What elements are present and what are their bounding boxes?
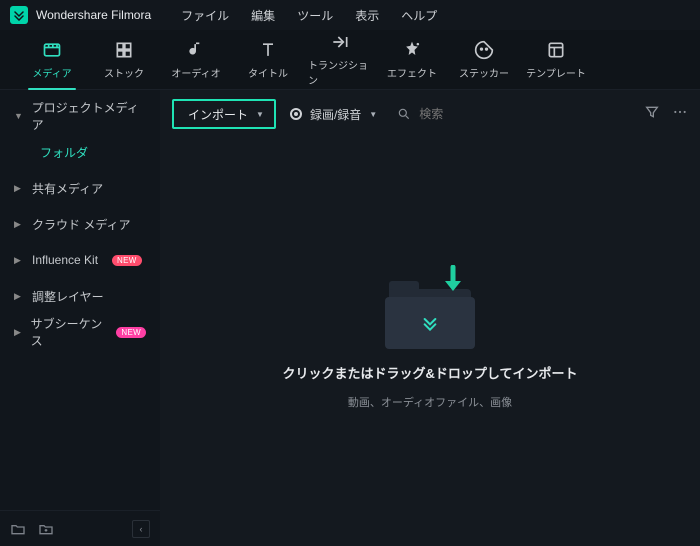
tab-label: ストック <box>104 65 144 80</box>
tab-stock[interactable]: ストック <box>92 36 156 84</box>
menubar: ファイル 編集 ツール 表示 ヘルプ <box>181 7 437 24</box>
sidebar-item-subsequence[interactable]: ▶ サブシーケンス NEW <box>0 314 160 350</box>
chevron-right-icon: ▶ <box>14 255 24 266</box>
dropzone-subtitle: 動画、オーディオファイル、画像 <box>348 394 512 410</box>
sidebar-item-label: フォルダ <box>40 144 88 161</box>
chevron-right-icon: ▶ <box>14 183 24 194</box>
sidebar-item-shared-media[interactable]: ▶ 共有メディア <box>0 170 160 206</box>
chevron-right-icon: ▶ <box>14 219 24 230</box>
app-name: Wondershare Filmora <box>36 8 151 22</box>
media-icon <box>42 40 62 60</box>
titlebar: Wondershare Filmora ファイル 編集 ツール 表示 ヘルプ <box>0 0 700 30</box>
chevron-right-icon: ▶ <box>14 327 23 338</box>
import-button[interactable]: インポート ▼ <box>172 99 276 129</box>
tab-effect[interactable]: エフェクト <box>380 36 444 84</box>
tab-title[interactable]: タイトル <box>236 36 300 84</box>
menu-tools[interactable]: ツール <box>297 7 333 24</box>
menu-file[interactable]: ファイル <box>181 7 229 24</box>
sidebar-item-label: プロジェクトメディア <box>32 99 146 133</box>
sidebar-footer: ‹ <box>0 510 160 546</box>
record-icon <box>290 108 302 120</box>
sidebar-item-label: 共有メディア <box>32 180 103 197</box>
sidebar-item-influence-kit[interactable]: ▶ Influence Kit NEW <box>0 242 160 278</box>
record-label: 録画/録音 <box>310 106 361 123</box>
chevron-down-icon: ▼ <box>369 110 377 119</box>
collapse-sidebar-button[interactable]: ‹ <box>132 520 150 538</box>
tab-transition[interactable]: トランジション <box>308 36 372 84</box>
sidebar-item-adjust-layer[interactable]: ▶ 調整レイヤー <box>0 278 160 314</box>
sidebar-item-project-media[interactable]: ▼ プロジェクトメディア <box>0 98 160 134</box>
download-arrow-icon <box>439 265 467 301</box>
sidebar-item-label: サブシーケンス <box>31 315 103 349</box>
tab-sticker[interactable]: ステッカー <box>452 36 516 84</box>
stock-icon <box>114 40 134 60</box>
import-folder-icon <box>385 275 475 351</box>
tab-label: テンプレート <box>526 65 586 80</box>
tab-label: ステッカー <box>459 65 509 80</box>
template-icon <box>546 40 566 60</box>
sidebar-list: ▼ プロジェクトメディア フォルダ ▶ 共有メディア ▶ クラウド メディア ▶… <box>0 90 160 510</box>
dropzone-title: クリックまたはドラッグ&ドロップしてインポート <box>283 363 578 382</box>
sidebar: ▼ プロジェクトメディア フォルダ ▶ 共有メディア ▶ クラウド メディア ▶… <box>0 90 160 546</box>
sidebar-item-folder[interactable]: フォルダ <box>0 134 160 170</box>
app-logo <box>10 6 28 24</box>
search-input[interactable] <box>419 107 559 121</box>
sidebar-item-label: 調整レイヤー <box>32 288 104 305</box>
menu-view[interactable]: 表示 <box>355 7 379 24</box>
tab-label: メディア <box>32 65 71 80</box>
sidebar-item-label: Influence Kit <box>32 253 98 267</box>
new-badge: NEW <box>112 255 142 266</box>
new-badge: NEW <box>116 327 146 338</box>
transition-icon <box>330 32 350 52</box>
audio-icon <box>186 40 206 60</box>
tab-label: オーディオ <box>171 65 220 80</box>
chevron-down-icon: ▼ <box>256 110 264 119</box>
tab-media[interactable]: メディア <box>20 36 84 84</box>
search-icon <box>397 107 411 121</box>
filter-icon[interactable] <box>644 104 660 125</box>
more-icon[interactable] <box>672 104 688 125</box>
tab-template[interactable]: テンプレート <box>524 36 588 84</box>
sidebar-item-cloud-media[interactable]: ▶ クラウド メディア <box>0 206 160 242</box>
drop-zone[interactable]: クリックまたはドラッグ&ドロップしてインポート 動画、オーディオファイル、画像 <box>160 138 700 546</box>
import-label: インポート <box>188 106 248 123</box>
record-button[interactable]: 録画/録音 ▼ <box>290 99 377 129</box>
sticker-icon <box>474 40 494 60</box>
tab-audio[interactable]: オーディオ <box>164 36 228 84</box>
tab-label: トランジション <box>308 57 372 87</box>
tab-strip: メディア ストック オーディオ タイトル トランジション エフェクト ステッカー… <box>0 30 700 90</box>
chevron-down-icon: ▼ <box>14 111 24 121</box>
title-icon <box>258 40 278 60</box>
new-folder-plus-icon[interactable] <box>38 521 54 537</box>
effect-icon <box>402 40 422 60</box>
menu-edit[interactable]: 編集 <box>251 7 275 24</box>
sidebar-item-label: クラウド メディア <box>32 216 131 233</box>
tab-label: タイトル <box>248 65 288 80</box>
main-toolbar: インポート ▼ 録画/録音 ▼ <box>160 90 700 138</box>
main-panel: インポート ▼ 録画/録音 ▼ <box>160 90 700 546</box>
search-wrap <box>397 107 630 121</box>
menu-help[interactable]: ヘルプ <box>401 7 437 24</box>
chevron-right-icon: ▶ <box>14 291 24 302</box>
new-folder-icon[interactable] <box>10 521 26 537</box>
tab-label: エフェクト <box>387 65 437 80</box>
workspace: ▼ プロジェクトメディア フォルダ ▶ 共有メディア ▶ クラウド メディア ▶… <box>0 90 700 546</box>
